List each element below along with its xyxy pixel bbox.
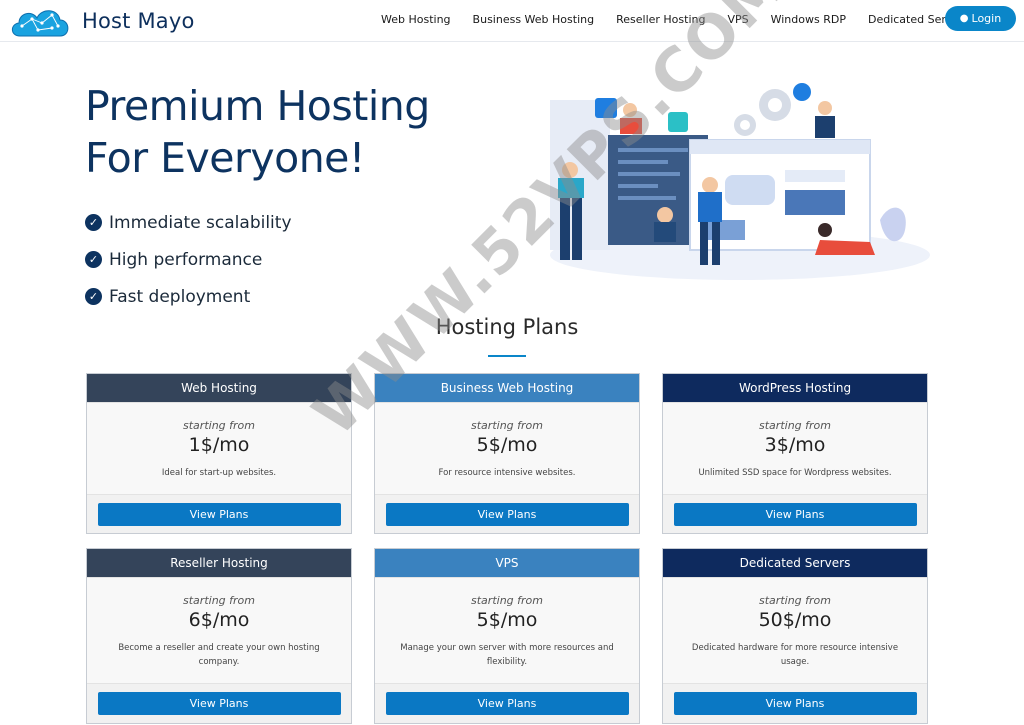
plan-card-body: starting from 50$/mo Dedicated hardware …	[663, 577, 927, 683]
check-circle-icon: ✓	[85, 251, 102, 268]
plan-description: Become a reseller and create your own ho…	[118, 643, 320, 667]
hero-feature-list: ✓ Immediate scalability ✓ High performan…	[85, 204, 292, 315]
plan-card-footer: View Plans	[663, 683, 927, 723]
view-plans-button[interactable]: View Plans	[385, 502, 629, 526]
plan-card-header: Business Web Hosting	[375, 374, 639, 402]
view-plans-button[interactable]: View Plans	[673, 692, 917, 715]
plan-card-header: Reseller Hosting	[87, 549, 351, 577]
plan-card-body: starting from 5$/mo Manage your own serv…	[375, 577, 639, 683]
plan-starting-label: starting from	[471, 419, 543, 432]
view-plans-button[interactable]: View Plans	[97, 692, 341, 715]
plan-card-reseller-hosting: Reseller Hosting starting from 6$/mo Bec…	[86, 548, 352, 724]
plan-card-web-hosting: Web Hosting starting from 1$/mo Ideal fo…	[86, 373, 352, 534]
plan-price: 50$/mo	[758, 609, 832, 631]
brand-name: Host Mayo	[82, 9, 195, 33]
login-label: Login	[971, 12, 1002, 25]
hero-illustration	[550, 83, 930, 280]
plan-starting-label: starting from	[183, 419, 255, 432]
plan-card-dedicated-servers: Dedicated Servers starting from 50$/mo D…	[662, 548, 928, 724]
nav-web-hosting[interactable]: Web Hosting	[381, 13, 451, 26]
plan-card-vps: VPS starting from 5$/mo Manage your own …	[374, 548, 640, 724]
plan-card-header: Web Hosting	[87, 374, 351, 402]
plan-price: 3$/mo	[764, 434, 826, 456]
plan-starting-label: starting from	[759, 419, 831, 432]
nav-business-web-hosting[interactable]: Business Web Hosting	[473, 13, 595, 26]
nav-reseller-hosting[interactable]: Reseller Hosting	[616, 13, 705, 26]
check-circle-icon: ✓	[85, 214, 102, 231]
user-icon: ●	[959, 13, 969, 24]
plan-card-body: starting from 5$/mo For resource intensi…	[375, 402, 639, 494]
plan-card-body: starting from 6$/mo Become a reseller an…	[87, 577, 351, 683]
view-plans-button[interactable]: View Plans	[673, 502, 917, 526]
plan-card-footer: View Plans	[87, 683, 351, 723]
plan-card-body: starting from 3$/mo Unlimited SSD space …	[663, 402, 927, 494]
plan-description: Ideal for start-up websites.	[161, 468, 277, 478]
hero-title: Premium Hosting For Everyone!	[85, 80, 525, 184]
plan-card-business-web-hosting: Business Web Hosting starting from 5$/mo…	[374, 373, 640, 534]
feature-item: ✓ Immediate scalability	[85, 204, 292, 241]
feature-label: Immediate scalability	[109, 212, 292, 233]
plan-card-header: VPS	[375, 549, 639, 577]
plan-card-footer: View Plans	[375, 494, 639, 533]
check-circle-icon: ✓	[85, 288, 102, 305]
top-navbar: Host Mayo Web Hosting Business Web Hosti…	[0, 0, 1024, 42]
plan-description: For resource intensive websites.	[438, 468, 576, 478]
login-button[interactable]: ● Login	[945, 6, 1016, 31]
hero-title-line2: For Everyone!	[85, 134, 365, 182]
plan-card-footer: View Plans	[663, 494, 927, 533]
plan-price: 5$/mo	[476, 434, 538, 456]
plan-card-footer: View Plans	[375, 683, 639, 723]
feature-item: ✓ Fast deployment	[85, 278, 292, 315]
main-menu: Web Hosting Business Web Hosting Reselle…	[370, 0, 980, 38]
feature-label: Fast deployment	[109, 286, 251, 307]
plan-card-header: Dedicated Servers	[663, 549, 927, 577]
nav-windows-rdp[interactable]: Windows RDP	[771, 13, 846, 26]
plan-description: Unlimited SSD space for Wordpress websit…	[698, 468, 892, 478]
plan-price: 6$/mo	[188, 609, 250, 631]
plan-description: Manage your own server with more resourc…	[400, 643, 614, 667]
plan-card-header: WordPress Hosting	[663, 374, 927, 402]
plan-starting-label: starting from	[471, 594, 543, 607]
plan-description: Dedicated hardware for more resource int…	[691, 643, 899, 667]
plan-price: 1$/mo	[188, 434, 250, 456]
plan-price: 5$/mo	[476, 609, 538, 631]
plan-card-body: starting from 1$/mo Ideal for start-up w…	[87, 402, 351, 494]
brand-logo[interactable]: Host Mayo	[8, 2, 195, 40]
cloud-logo-icon	[11, 10, 69, 37]
plans-section-title: Hosting Plans	[435, 315, 579, 339]
plan-starting-label: starting from	[759, 594, 831, 607]
view-plans-button[interactable]: View Plans	[97, 502, 341, 526]
feature-item: ✓ High performance	[85, 241, 292, 278]
plan-starting-label: starting from	[183, 594, 255, 607]
plan-card-wordpress-hosting: WordPress Hosting starting from 3$/mo Un…	[662, 373, 928, 534]
section-title-underline	[488, 355, 526, 357]
hero-title-line1: Premium Hosting	[85, 82, 430, 130]
plan-card-footer: View Plans	[87, 494, 351, 533]
view-plans-button[interactable]: View Plans	[385, 692, 629, 715]
nav-vps[interactable]: VPS	[727, 13, 748, 26]
feature-label: High performance	[109, 249, 263, 270]
